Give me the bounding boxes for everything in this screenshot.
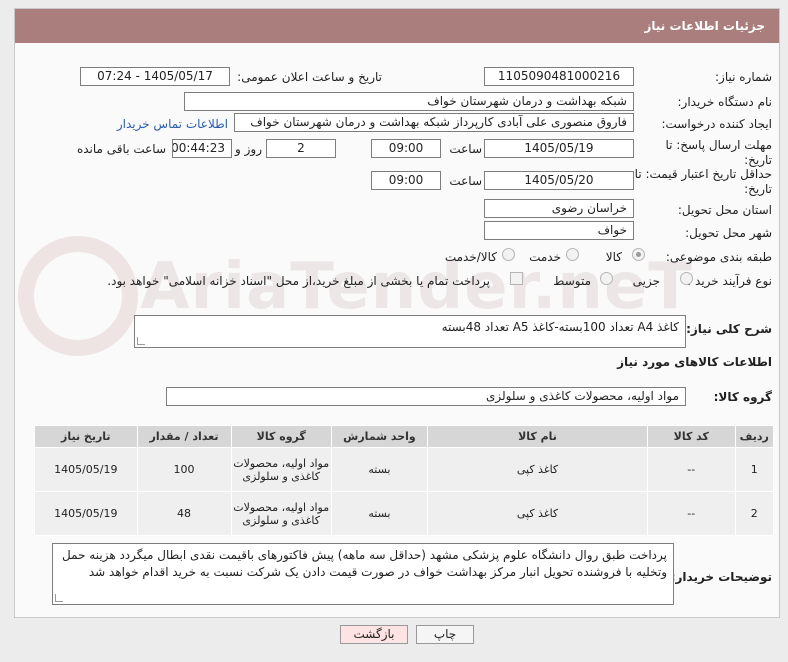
- category-service-radio[interactable]: [566, 248, 579, 261]
- category-goods-radio[interactable]: [632, 248, 645, 261]
- table-row: 2 -- کاغذ کپی بسته مواد اولیه، محصولات ک…: [34, 491, 775, 536]
- buyer-notes-field: پرداخت طبق روال دانشگاه علوم پزشکی مشهد …: [52, 543, 674, 605]
- cell-quantity: 100: [136, 447, 232, 492]
- city-field: خواف: [484, 221, 634, 240]
- category-label: طبقه بندی موضوعی:: [665, 250, 772, 264]
- resize-grip-icon[interactable]: [137, 337, 145, 345]
- table-header-row: ردیف کد کالا نام کالا واحد شمارش گروه کا…: [34, 425, 775, 448]
- resize-grip-icon[interactable]: [55, 594, 63, 602]
- cell-row-number: 1: [734, 447, 775, 492]
- col-header-unit: واحد شمارش: [330, 425, 429, 448]
- buyer-notes-label: توضیحات خریدار:: [670, 570, 772, 584]
- process-type-label: نوع فرآیند خرید :: [687, 274, 772, 288]
- province-label: استان محل تحویل:: [677, 203, 772, 217]
- announce-date-field: 1405/05/17 - 07:24: [80, 67, 230, 86]
- cell-name: کاغذ کپی: [427, 447, 648, 492]
- description-text: کاغذ A4 تعداد 100بسته-کاغذ A5 تعداد 48بس…: [441, 320, 679, 334]
- col-header-row-number: ردیف: [734, 425, 775, 448]
- buyer-notes-text: پرداخت طبق روال دانشگاه علوم پزشکی مشهد …: [62, 548, 667, 579]
- remaining-time-label: ساعت باقی مانده: [76, 142, 166, 156]
- cell-group: مواد اولیه، محصولات کاغذی و سلولزی: [230, 491, 332, 536]
- remaining-time-field: 00:44:23: [172, 139, 232, 158]
- cell-need-date: 1405/05/19: [34, 447, 138, 492]
- col-header-code: کد کالا: [647, 425, 736, 448]
- print-button[interactable]: چاپ: [416, 625, 474, 644]
- goods-table: ردیف کد کالا نام کالا واحد شمارش گروه کا…: [34, 425, 775, 536]
- contact-info-link[interactable]: اطلاعات تماس خریدار: [117, 117, 228, 131]
- cell-need-date: 1405/05/19: [34, 491, 138, 536]
- process-minor-label: جزیی: [632, 274, 660, 288]
- cell-unit: بسته: [330, 447, 429, 492]
- reply-deadline-label: مهلت ارسال پاسخ: تا تاریخ:: [665, 138, 772, 167]
- buyer-org-field: شبکه بهداشت و درمان شهرستان خواف: [184, 92, 634, 111]
- description-label: شرح کلی نیاز:: [686, 322, 772, 336]
- days-field: 2: [266, 139, 336, 158]
- treasury-payment-checkbox[interactable]: [510, 272, 523, 285]
- cell-group: مواد اولیه، محصولات کاغذی و سلولزی: [230, 447, 332, 492]
- price-validity-label: حداقل تاریخ اعتبار قیمت: تا تاریخ:: [634, 167, 772, 196]
- cell-name: کاغذ کپی: [427, 491, 648, 536]
- price-time-label: ساعت: [449, 174, 482, 188]
- col-header-name: نام کالا: [427, 425, 648, 448]
- goods-group-label: گروه کالا:: [713, 390, 772, 404]
- price-date-field: 1405/05/20: [484, 171, 634, 190]
- goods-info-title: اطلاعات کالاهای مورد نیاز: [617, 355, 772, 369]
- table-row: 1 -- کاغذ کپی بسته مواد اولیه، محصولات ک…: [34, 447, 775, 492]
- reply-time-label: ساعت: [449, 142, 482, 156]
- cell-quantity: 48: [136, 491, 232, 536]
- category-goods-label: کالا: [605, 250, 622, 264]
- col-header-need-date: تاریخ نیاز: [34, 425, 138, 448]
- cell-code: --: [647, 447, 736, 492]
- city-label: شهر محل تحویل:: [685, 226, 772, 240]
- announce-date-label: تاریخ و ساعت اعلان عمومی:: [237, 70, 382, 84]
- creator-label: ایجاد کننده درخواست:: [661, 117, 772, 131]
- cell-code: --: [647, 491, 736, 536]
- panel-title: جزئیات اطلاعات نیاز: [15, 9, 779, 43]
- process-medium-label: متوسط: [553, 274, 591, 288]
- need-number-field: 1105090481000216: [484, 67, 634, 86]
- need-number-label: شماره نیاز:: [715, 70, 772, 84]
- buyer-org-label: نام دستگاه خریدار:: [677, 95, 773, 109]
- back-button[interactable]: بازگشت: [340, 625, 408, 644]
- col-header-quantity: تعداد / مقدار: [136, 425, 232, 448]
- cell-row-number: 2: [734, 491, 775, 536]
- province-field: خراسان رضوی: [484, 199, 634, 218]
- category-service-label: خدمت: [529, 250, 561, 264]
- category-both-label: کالا/خدمت: [444, 250, 497, 264]
- cell-unit: بسته: [330, 491, 429, 536]
- process-minor-radio[interactable]: [680, 272, 693, 285]
- price-time-field: 09:00: [371, 171, 441, 190]
- description-field: کاغذ A4 تعداد 100بسته-کاغذ A5 تعداد 48بس…: [134, 315, 686, 348]
- category-both-radio[interactable]: [502, 248, 515, 261]
- treasury-payment-note: پرداخت تمام یا بخشی از مبلغ خرید،از محل …: [107, 274, 490, 288]
- process-medium-radio[interactable]: [600, 272, 613, 285]
- reply-date-field: 1405/05/19: [484, 139, 634, 158]
- goods-group-field: مواد اولیه، محصولات کاغذی و سلولزی: [166, 387, 686, 406]
- reply-time-field: 09:00: [371, 139, 441, 158]
- col-header-group: گروه کالا: [230, 425, 332, 448]
- days-label: روز و: [235, 142, 262, 156]
- creator-field: فاروق منصوری علی آبادی کارپرداز شبکه بهد…: [234, 113, 634, 132]
